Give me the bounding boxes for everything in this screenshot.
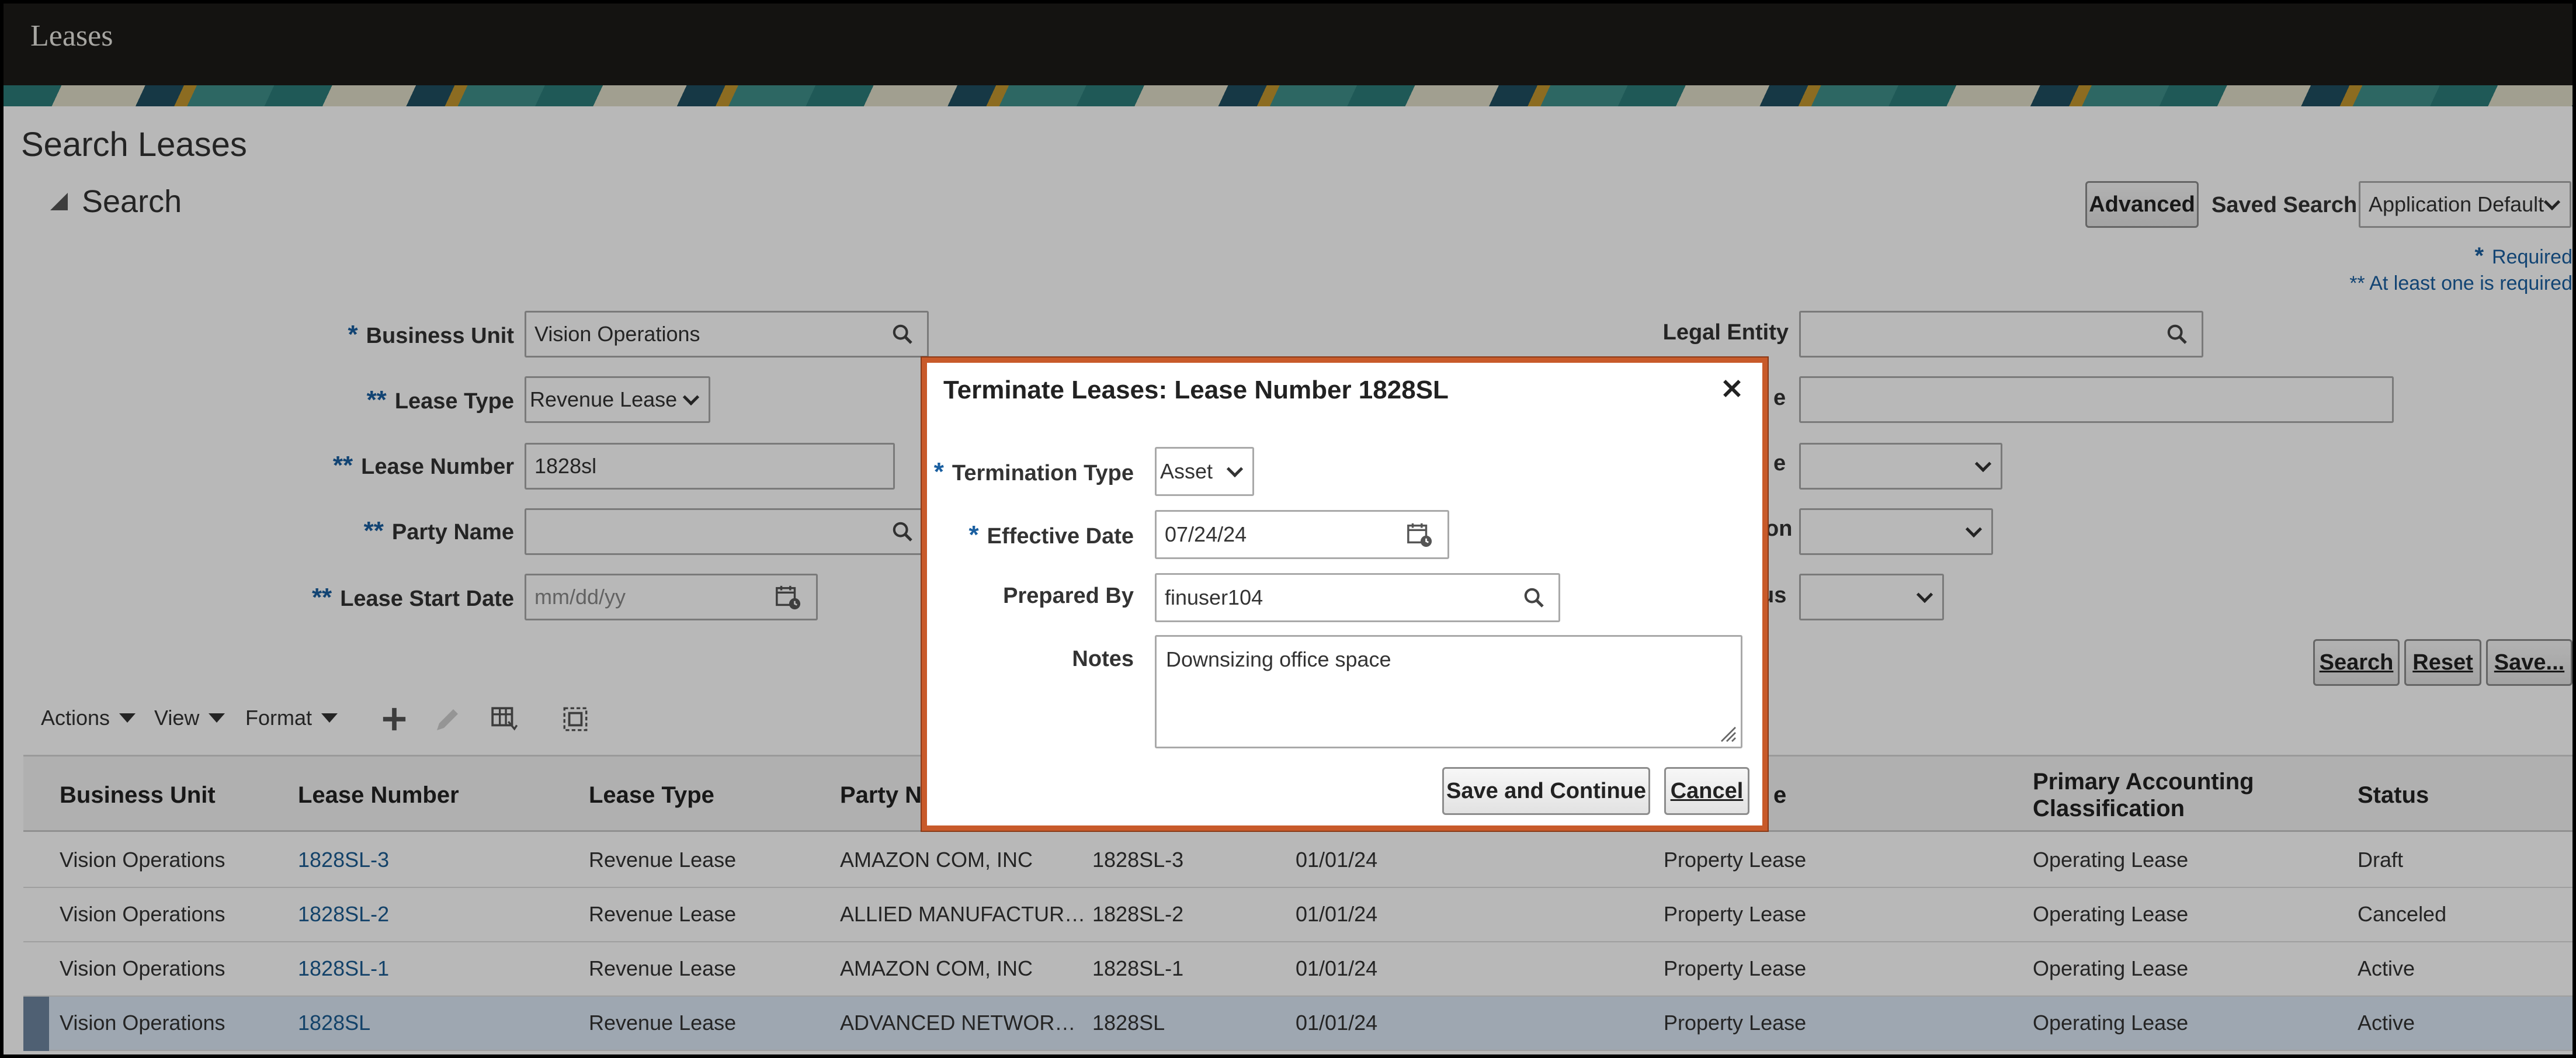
close-icon[interactable] [1719,376,1745,401]
cancel-button[interactable]: Cancel [1664,767,1749,815]
search-icon[interactable] [1522,586,1546,609]
effective-date-label: * Effective Date [968,521,1134,549]
termination-type-label: * Termination Type [933,457,1134,486]
save-and-continue-button[interactable]: Save and Continue [1442,767,1650,815]
calendar-icon[interactable] [1405,521,1433,548]
dialog-title: Terminate Leases: Lease Number 1828SL [943,376,1449,404]
application-window: Leases Search Leases Search Advanced Sav… [0,0,2576,1058]
prepared-by-input[interactable]: finuser104 [1155,573,1560,622]
terminate-leases-dialog: Terminate Leases: Lease Number 1828SL * T… [922,358,1768,831]
notes-textarea[interactable]: Downsizing office space [1155,635,1742,748]
effective-date-input[interactable]: 07/24/24 [1155,510,1449,559]
resize-grip-icon[interactable] [1716,722,1737,743]
notes-label: Notes [1072,647,1134,671]
termination-type-select[interactable]: Asset [1155,447,1254,496]
prepared-by-label: Prepared By [1003,584,1134,608]
